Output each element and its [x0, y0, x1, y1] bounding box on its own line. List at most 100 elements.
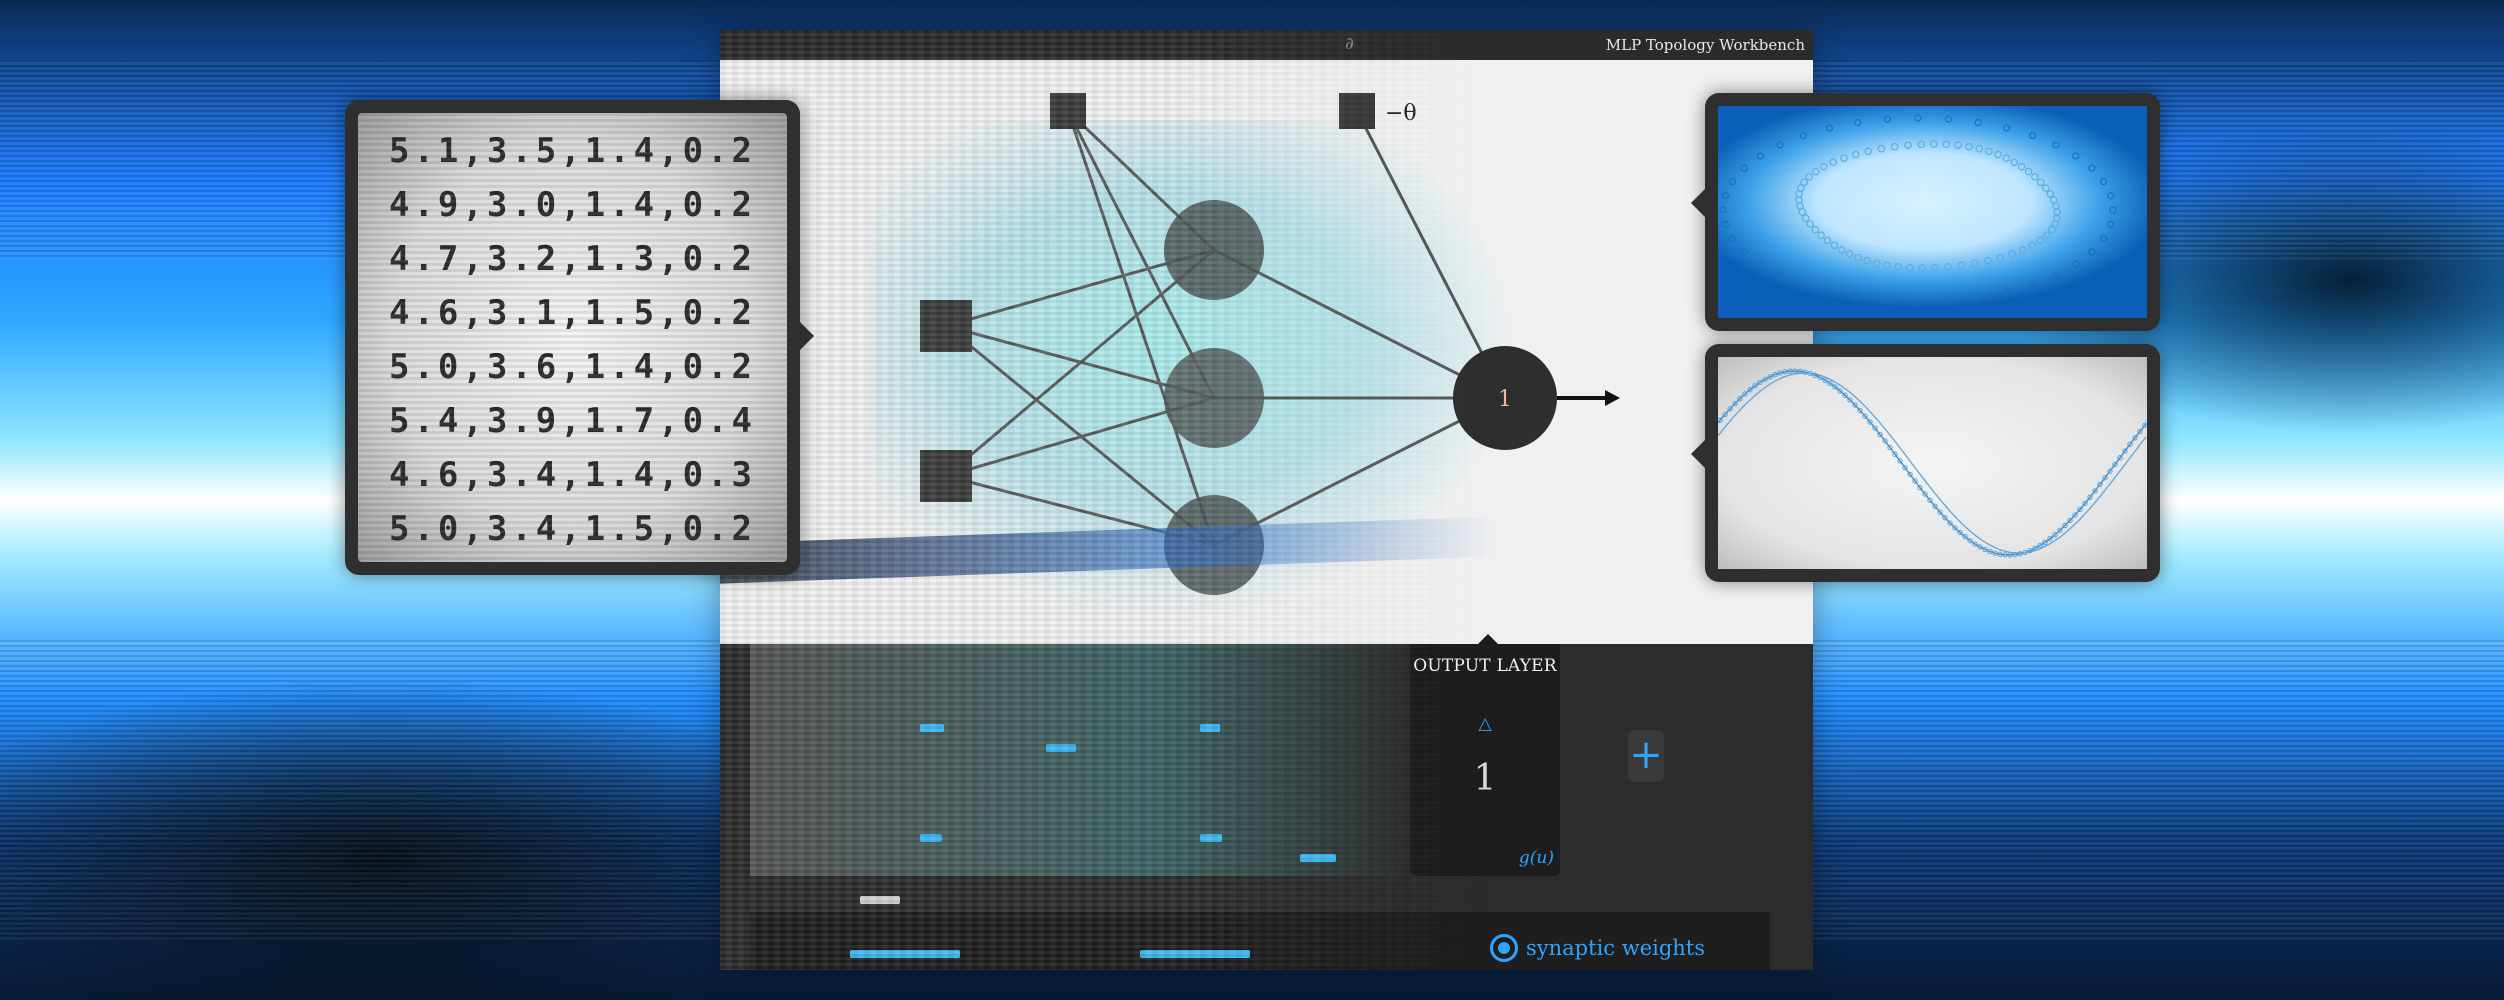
sample-point — [2099, 177, 2108, 186]
sample-point — [1914, 298, 1922, 306]
ghost-control — [850, 950, 960, 958]
ghost-control — [1140, 950, 1250, 958]
sample-point — [1974, 118, 1982, 127]
sample-point — [1983, 256, 1992, 265]
hidden-neuron-1[interactable] — [1164, 200, 1264, 300]
sample-point — [2072, 260, 2080, 268]
sample-point — [1957, 261, 1966, 270]
synaptic-weights-radio[interactable] — [1490, 934, 1518, 962]
sample-point — [1944, 115, 1953, 123]
sample-point — [1883, 297, 1892, 305]
sample-point — [2024, 167, 2033, 176]
bias-node-output[interactable] — [1339, 93, 1375, 129]
layer-heading: OUTPUT LAYER — [1413, 656, 1557, 676]
activation-function[interactable]: g(u) — [1519, 848, 1554, 868]
sample-point — [1872, 259, 1881, 268]
sample-point — [2049, 196, 2058, 204]
layer-config-panel: OUTPUT LAYER △ 1 g(u) + synaptic weights — [720, 634, 1813, 970]
sample-point — [2029, 131, 2037, 140]
sample-point — [2088, 248, 2096, 256]
sample-point — [2029, 280, 2037, 289]
ghost-control — [1200, 834, 1222, 842]
sample-point — [1756, 152, 1764, 160]
sample-point — [2109, 206, 2117, 214]
sample-point — [2088, 164, 2096, 172]
sample-point — [2099, 234, 2108, 243]
sample-point — [2028, 241, 2037, 250]
sample-point — [1918, 264, 1926, 272]
sample-point — [2008, 250, 2016, 258]
sample-point — [2047, 225, 2056, 234]
sample-point — [2002, 288, 2011, 296]
synaptic-weights-label[interactable]: synaptic weights — [1526, 936, 1705, 960]
sample-point — [1798, 208, 1807, 216]
sample-point — [1854, 118, 1862, 127]
sample-point — [2031, 172, 2039, 181]
sample-point — [1719, 206, 1727, 214]
neuron-count[interactable]: 1 — [1410, 758, 1560, 799]
sample-point — [2036, 178, 2045, 187]
sample-point — [1776, 271, 1784, 279]
sample-point — [2043, 231, 2051, 240]
sample-point — [1800, 178, 1809, 187]
dataset-row: 4.6,3.4,1.4,0.3 — [388, 455, 757, 495]
panel-pointer — [1691, 440, 1705, 468]
sample-point — [1914, 114, 1922, 122]
input-node-2[interactable] — [920, 450, 972, 502]
synapse-lines — [945, 109, 1507, 547]
workbench-window: −θ 1 ∂ MLP Topology Workbench OUTPUT LAY… — [720, 30, 1813, 970]
sample-point — [1942, 140, 1951, 149]
sample-point — [1805, 172, 1813, 181]
sample-point — [1954, 141, 1962, 149]
dataset-row: 4.7,3.2,1.3,0.2 — [388, 239, 757, 279]
ghost-control — [860, 896, 900, 904]
sample-point — [2002, 124, 2011, 132]
sample-point — [1740, 248, 1748, 256]
sample-point — [1904, 141, 1912, 149]
sample-point — [1944, 297, 1953, 305]
sample-point — [1944, 263, 1952, 271]
app-title: MLP Topology Workbench — [1605, 36, 1805, 54]
ghost-control — [920, 834, 942, 842]
dataset-row: 4.9,3.0,1.4,0.2 — [388, 185, 757, 225]
hidden-neuron-2[interactable] — [1164, 348, 1264, 448]
panel-pointer — [1691, 189, 1705, 217]
network-diagram: −θ 1 — [920, 93, 1620, 595]
sine-fit — [1718, 368, 2147, 558]
sample-point — [1840, 154, 1848, 162]
approximation-plot — [1718, 357, 2147, 569]
output-neuron-label: 1 — [1498, 387, 1512, 412]
hidden-neuron-3[interactable] — [1164, 495, 1264, 595]
sample-point — [1799, 131, 1807, 140]
sample-point — [1837, 246, 1846, 254]
title-bar: ∂ MLP Topology Workbench — [720, 30, 1813, 60]
sample-point — [1825, 288, 1834, 296]
sample-point — [1890, 142, 1899, 151]
sample-point — [1917, 140, 1925, 149]
sample-point — [1905, 263, 1914, 272]
sample-point — [1970, 259, 1979, 268]
dataset-row: 5.0,3.4,1.5,0.2 — [388, 509, 757, 549]
input-node-1[interactable] — [920, 300, 972, 352]
sample-point — [1863, 256, 1871, 265]
sample-point — [1776, 141, 1784, 149]
sample-point — [1975, 144, 1984, 153]
sample-point — [1756, 260, 1764, 268]
sample-point — [1829, 158, 1838, 166]
card-pointer — [1478, 634, 1498, 644]
bias-node-hidden[interactable] — [1050, 93, 1086, 129]
sample-point — [1845, 250, 1854, 258]
sample-point — [2002, 154, 2011, 162]
decision-region-panel — [1691, 93, 2160, 331]
sample-point — [2052, 141, 2060, 149]
sample-point — [1740, 164, 1748, 172]
ghost-control — [1200, 724, 1220, 732]
ghost-control — [920, 724, 944, 732]
sample-point — [1817, 231, 1825, 240]
increment-neurons-icon[interactable]: △ — [1410, 714, 1560, 734]
sample-point — [1851, 150, 1860, 159]
sample-point — [2052, 202, 2060, 210]
add-layer-button[interactable]: + — [1628, 730, 1664, 782]
sample-point — [1721, 220, 1730, 228]
ring-scatter — [1719, 114, 2117, 306]
